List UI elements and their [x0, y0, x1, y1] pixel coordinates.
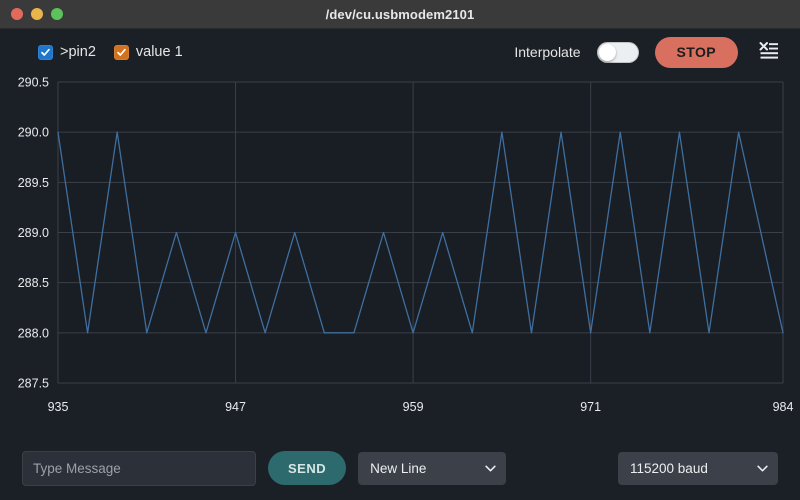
send-button[interactable]: SEND	[268, 451, 346, 485]
serial-plotter-window: /dev/cu.usbmodem2101 >pin2 value 1	[0, 0, 800, 500]
legend-label-pin2: >pin2	[60, 44, 96, 60]
y-tick-label: 290.0	[18, 126, 49, 140]
series-checkbox-value1[interactable]	[114, 45, 129, 60]
toolbar-right-controls: Interpolate STOP	[514, 37, 782, 68]
x-tick-label: 947	[225, 400, 246, 414]
serial-plot-chart[interactable]: 287.5 288.0 288.5 289.0 289.5 290.0 290.5 935 9…	[0, 75, 800, 419]
y-tick-label: 288.5	[18, 276, 49, 290]
legend-item-pin2[interactable]: >pin2	[38, 44, 96, 60]
x-tick-label: 935	[48, 400, 69, 414]
stop-button[interactable]: STOP	[655, 37, 738, 68]
toggle-knob	[599, 44, 616, 61]
maximize-window-button[interactable]	[51, 8, 63, 20]
message-input[interactable]	[22, 451, 256, 486]
legend-label-value1: value 1	[136, 44, 183, 60]
window-traffic-lights	[0, 8, 63, 20]
bottom-toolbar: SEND New Line 115200 baud	[0, 436, 800, 500]
interpolate-toggle[interactable]	[597, 42, 639, 63]
baud-rate-select[interactable]: 115200 baud	[618, 452, 778, 485]
baud-rate-value: 115200 baud	[618, 461, 778, 476]
window-title: /dev/cu.usbmodem2101	[0, 7, 800, 22]
legend-item-value1[interactable]: value 1	[114, 44, 183, 60]
minimize-window-button[interactable]	[31, 8, 43, 20]
x-tick-label: 971	[580, 400, 601, 414]
series-legend: >pin2 value 1	[38, 44, 183, 60]
y-tick-label: 287.5	[18, 377, 49, 391]
close-window-button[interactable]	[11, 8, 23, 20]
line-ending-value: New Line	[358, 461, 506, 476]
interpolate-label: Interpolate	[514, 44, 580, 60]
x-tick-label: 959	[403, 400, 424, 414]
clear-plot-icon[interactable]	[756, 39, 782, 65]
plot-toolbar: >pin2 value 1 Interpolate STOP	[0, 29, 800, 75]
series-checkbox-pin2[interactable]	[38, 45, 53, 60]
plot-area[interactable]: 287.5 288.0 288.5 289.0 289.5 290.0 290.5 935 9…	[0, 75, 800, 436]
y-tick-label: 289.5	[18, 176, 49, 190]
y-tick-label: 289.0	[18, 226, 49, 240]
x-tick-label: 984	[773, 400, 794, 414]
check-icon	[40, 47, 51, 58]
y-tick-label: 288.0	[18, 326, 49, 340]
check-icon	[116, 47, 127, 58]
y-tick-label: 290.5	[18, 76, 49, 90]
title-bar: /dev/cu.usbmodem2101	[0, 0, 800, 29]
line-ending-select[interactable]: New Line	[358, 452, 506, 485]
